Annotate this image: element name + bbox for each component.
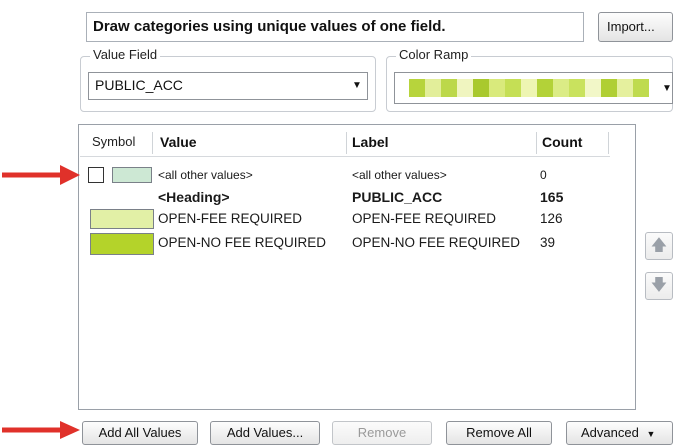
ramp-segment [489, 79, 505, 97]
ramp-segment [601, 79, 617, 97]
symbol-swatch[interactable] [90, 209, 154, 229]
ramp-segment [441, 79, 457, 97]
arrow-up-icon: 🡅 [650, 237, 668, 254]
ramp-segment [585, 79, 601, 97]
row-value: OPEN-FEE REQUIRED [158, 211, 303, 226]
row-label: <all other values> [352, 168, 447, 182]
row-label: PUBLIC_ACC [352, 189, 443, 205]
value-field-selected: PUBLIC_ACC [95, 77, 183, 93]
row-label: OPEN-FEE REQUIRED [352, 211, 497, 226]
ramp-segment [473, 79, 489, 97]
annotation-arrow [2, 421, 80, 439]
row-count: 0 [540, 168, 547, 182]
table-row[interactable]: OPEN-FEE REQUIRED OPEN-FEE REQUIRED 126 [80, 208, 610, 230]
color-ramp-select[interactable] [394, 72, 673, 104]
ramp-segment [617, 79, 633, 97]
advanced-label: Advanced [581, 425, 639, 440]
ramp-segment [553, 79, 569, 97]
renderer-description: Draw categories using unique values of o… [86, 12, 584, 42]
move-down-button[interactable]: 🡇 [645, 272, 673, 300]
value-field-label: Value Field [90, 48, 161, 62]
row-value: OPEN-NO FEE REQUIRED [158, 235, 327, 250]
chevron-down-icon[interactable]: ▼ [662, 83, 672, 94]
color-ramp-swatch [409, 79, 649, 97]
import-button[interactable]: Import... [598, 12, 673, 42]
ramp-segment [521, 79, 537, 97]
ramp-segment [457, 79, 473, 97]
arrow-down-icon: 🡇 [650, 277, 668, 294]
column-divider [152, 132, 153, 154]
remove-all-button[interactable]: Remove All [446, 421, 552, 445]
row-value: <all other values> [158, 168, 253, 182]
header-divider [80, 156, 610, 157]
table-row[interactable]: <all other values> <all other values> 0 [80, 164, 610, 186]
row-value: <Heading> [158, 189, 230, 205]
column-header-symbol[interactable]: Symbol [92, 134, 135, 149]
row-count: 165 [540, 189, 564, 205]
add-all-values-button[interactable]: Add All Values [82, 421, 198, 445]
chevron-down-icon[interactable]: ▼ [352, 80, 362, 91]
ramp-segment [633, 79, 649, 97]
column-header-value[interactable]: Value [160, 134, 197, 150]
column-header-count[interactable]: Count [542, 134, 582, 150]
annotation-arrow [2, 165, 80, 185]
chevron-down-icon: ▼ [646, 429, 656, 439]
column-divider [536, 132, 537, 154]
symbol-swatch[interactable] [112, 167, 152, 183]
ramp-segment [569, 79, 585, 97]
ramp-segment [505, 79, 521, 97]
move-up-button[interactable]: 🡅 [645, 232, 673, 260]
advanced-button[interactable]: Advanced ▼ [566, 421, 673, 445]
ramp-segment [409, 79, 425, 97]
ramp-segment [425, 79, 441, 97]
add-values-button[interactable]: Add Values... [210, 421, 320, 445]
table-row-heading[interactable]: <Heading> PUBLIC_ACC 165 [80, 186, 610, 208]
row-count: 126 [540, 211, 563, 226]
column-header-label[interactable]: Label [352, 134, 389, 150]
column-divider [346, 132, 347, 154]
ramp-segment [537, 79, 553, 97]
symbol-swatch[interactable] [90, 233, 154, 255]
value-field-select[interactable]: PUBLIC_ACC [88, 72, 368, 100]
table-row[interactable]: OPEN-NO FEE REQUIRED OPEN-NO FEE REQUIRE… [80, 232, 610, 255]
row-count: 39 [540, 235, 556, 250]
row-label: OPEN-NO FEE REQUIRED [352, 235, 521, 250]
color-ramp-label: Color Ramp [396, 48, 472, 62]
column-divider [608, 132, 609, 154]
remove-button[interactable]: Remove [332, 421, 432, 445]
